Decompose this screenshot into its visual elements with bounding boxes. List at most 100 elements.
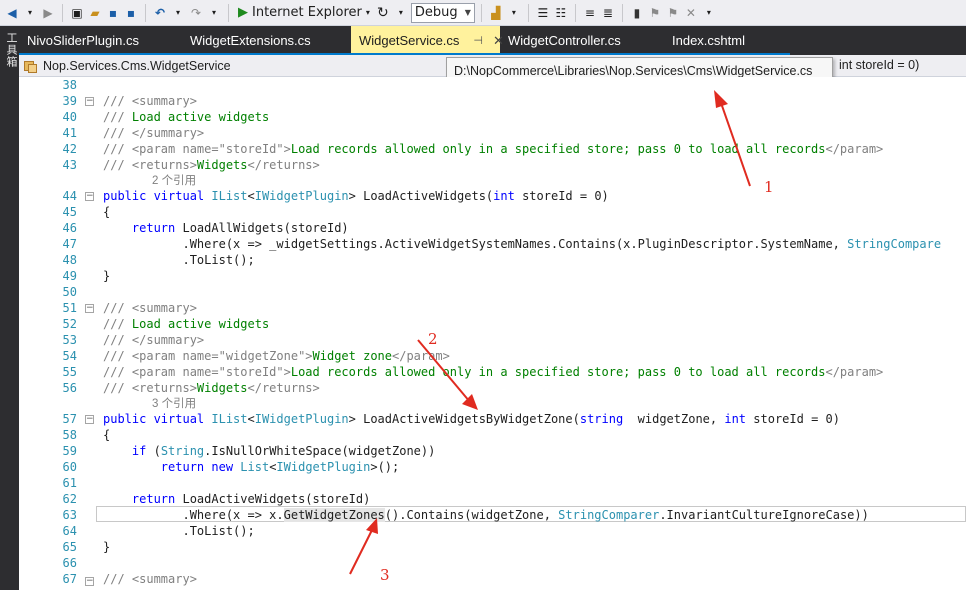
redo-icon[interactable]: ↷ xyxy=(188,3,204,23)
code-token: /// <param name="storeId"> xyxy=(103,142,291,156)
clear-bookmarks-icon[interactable]: ✕ xyxy=(683,3,699,23)
file-path-text: D:\NopCommerce\Libraries\Nop.Services\Cm… xyxy=(454,64,813,78)
code-token: LoadActiveWidgets(storeId) xyxy=(175,492,371,506)
code-line: /// Load active widgets xyxy=(19,109,966,125)
toolbar-overflow-icon[interactable]: ▾ xyxy=(701,3,717,23)
code-token: < xyxy=(247,189,255,203)
code-token: IWidgetPlugin xyxy=(254,412,349,426)
code-token: /// <summary> xyxy=(103,94,197,108)
code-token: .IsNullOrWhiteSpace(widgetZone)) xyxy=(204,444,436,458)
chevron-down-icon: ▼ xyxy=(464,8,471,17)
code-token: storeId = 0) xyxy=(746,412,840,426)
code-token: ( xyxy=(146,444,161,458)
bookmark-icon[interactable]: ▮ xyxy=(629,3,645,23)
code-token: return new xyxy=(103,460,234,474)
toolbox-strip[interactable]: 工具箱 xyxy=(0,26,19,590)
code-token: /// <summary> xyxy=(103,301,197,315)
find-dropdown-icon[interactable]: ▾ xyxy=(506,3,522,23)
code-token: /// <param name="storeId"> xyxy=(103,365,291,379)
forward-icon[interactable]: ▶ xyxy=(40,3,56,23)
code-line: /// <summary> xyxy=(19,571,966,587)
codelens-references[interactable]: 3 个引用 xyxy=(152,395,196,411)
code-token: ().Contains(widgetZone, xyxy=(384,508,559,522)
code-token: } xyxy=(103,269,111,283)
comment-icon[interactable]: ≡ xyxy=(582,3,598,23)
tab-nivoslider[interactable]: NivoSliderPlugin.cs xyxy=(19,26,182,55)
codelens-references[interactable]: 2 个引用 xyxy=(152,172,196,188)
code-token: widgetZone, xyxy=(623,412,725,426)
code-token: </param> xyxy=(392,349,450,363)
line-number: 38 xyxy=(62,78,77,92)
run-target-label: Internet Explorer xyxy=(252,5,362,20)
code-line: return new List<IWidgetPlugin>(); xyxy=(19,459,966,475)
code-token: /// <summary> xyxy=(103,572,197,586)
refresh-dropdown-icon[interactable]: ▾ xyxy=(393,3,409,23)
open-folder-icon[interactable]: ▰ xyxy=(87,3,103,23)
find-icon[interactable]: ▟ xyxy=(488,3,504,23)
toolbar-separator xyxy=(621,3,623,22)
code-token: Widget zone xyxy=(312,349,392,363)
code-token: Load active widgets xyxy=(131,110,270,124)
annotation-label-3: 3 xyxy=(380,566,390,584)
code-token: Load records allowed only in a specified… xyxy=(290,142,826,156)
code-line: } xyxy=(19,539,966,555)
next-bookmark-icon[interactable]: ⚑ xyxy=(665,3,681,23)
code-line: } xyxy=(19,268,966,284)
new-project-icon[interactable]: ▣ xyxy=(69,3,85,23)
code-token: </returns> xyxy=(247,158,320,172)
tab-label: WidgetExtensions.cs xyxy=(190,33,311,48)
tab-widgetextensions[interactable]: WidgetExtensions.cs xyxy=(182,26,351,55)
toolbox-label: 工具箱 xyxy=(5,32,18,68)
class-navigation-combo[interactable]: Nop.Services.Cms.WidgetService xyxy=(19,56,231,76)
back-dropdown-icon[interactable]: ▾ xyxy=(22,3,38,23)
tab-index-cshtml[interactable]: Index.cshtml xyxy=(664,26,789,55)
solution-config-select[interactable]: Debug ▼ xyxy=(410,2,475,23)
undo-icon[interactable]: ↶ xyxy=(152,3,168,23)
code-token: LoadAllWidgets(storeId) xyxy=(175,221,349,235)
code-token: /// <returns> xyxy=(103,158,197,172)
prev-bookmark-icon[interactable]: ⚑ xyxy=(647,3,663,23)
code-token: if xyxy=(103,444,147,458)
tab-widgetservice[interactable]: WidgetService.cs ⊣ ✕ xyxy=(351,26,504,55)
annotation-label-1: 1 xyxy=(764,178,774,196)
code-editor[interactable]: 38 39 40 41 42 43 44 45 46 47 48 49 50 51 52 53 54 55 56 57… xyxy=(19,77,966,590)
code-token: .ToList(); xyxy=(103,524,255,538)
tab-widgetcontroller[interactable]: WidgetController.cs xyxy=(500,26,664,55)
tab-label: Index.cshtml xyxy=(672,33,745,48)
undo-dropdown-icon[interactable]: ▾ xyxy=(170,3,186,23)
indent-icon[interactable]: ☰ xyxy=(535,3,551,23)
redo-dropdown-icon[interactable]: ▾ xyxy=(206,3,222,23)
code-line: public virtual IList<IWidgetPlugin> Load… xyxy=(19,411,966,427)
code-line: public virtual IList<IWidgetPlugin> Load… xyxy=(19,188,966,204)
code-token: /// <returns> xyxy=(103,381,197,395)
outdent-icon[interactable]: ☷ xyxy=(553,3,569,23)
code-token: public virtual xyxy=(103,189,212,203)
back-icon[interactable]: ◀ xyxy=(4,3,20,23)
code-line: /// <summary> xyxy=(19,93,966,109)
code-token: Widgets xyxy=(196,158,248,172)
play-icon: ▶ xyxy=(238,5,248,20)
pin-icon[interactable]: ⊣ xyxy=(473,34,483,47)
code-line: return LoadAllWidgets(storeId) xyxy=(19,220,966,236)
line-number-row: 66 xyxy=(19,555,966,571)
code-token: .InvariantCultureIgnoreCase)) xyxy=(659,508,869,522)
save-all-icon[interactable]: ▪ xyxy=(123,3,139,23)
code-token: return xyxy=(103,492,176,506)
line-number-row: 38 xyxy=(19,77,966,93)
start-debug-button[interactable]: ▶ Internet Explorer ▾ xyxy=(235,5,373,20)
member-combo-value[interactable]: int storeId = 0) xyxy=(839,58,919,72)
tab-label: WidgetController.cs xyxy=(508,33,621,48)
toolbar-separator xyxy=(527,3,529,22)
refresh-icon[interactable]: ↻ xyxy=(375,3,391,23)
code-token: public virtual xyxy=(103,412,212,426)
code-line: /// Load active widgets xyxy=(19,316,966,332)
code-line: /// <param name="storeId">Load records a… xyxy=(19,141,966,157)
code-line: /// <summary> xyxy=(19,300,966,316)
main-toolbar: ◀ ▾ ▶ ▣ ▰ ▪ ▪ ↶ ▾ ↷ ▾ ▶ Internet Explore… xyxy=(0,0,966,26)
code-token: /// xyxy=(103,317,132,331)
line-number: 50 xyxy=(62,285,77,299)
line-number: 61 xyxy=(62,476,77,490)
save-icon[interactable]: ▪ xyxy=(105,3,121,23)
code-token: .Where(x => x. xyxy=(103,508,284,522)
uncomment-icon[interactable]: ≣ xyxy=(600,3,616,23)
